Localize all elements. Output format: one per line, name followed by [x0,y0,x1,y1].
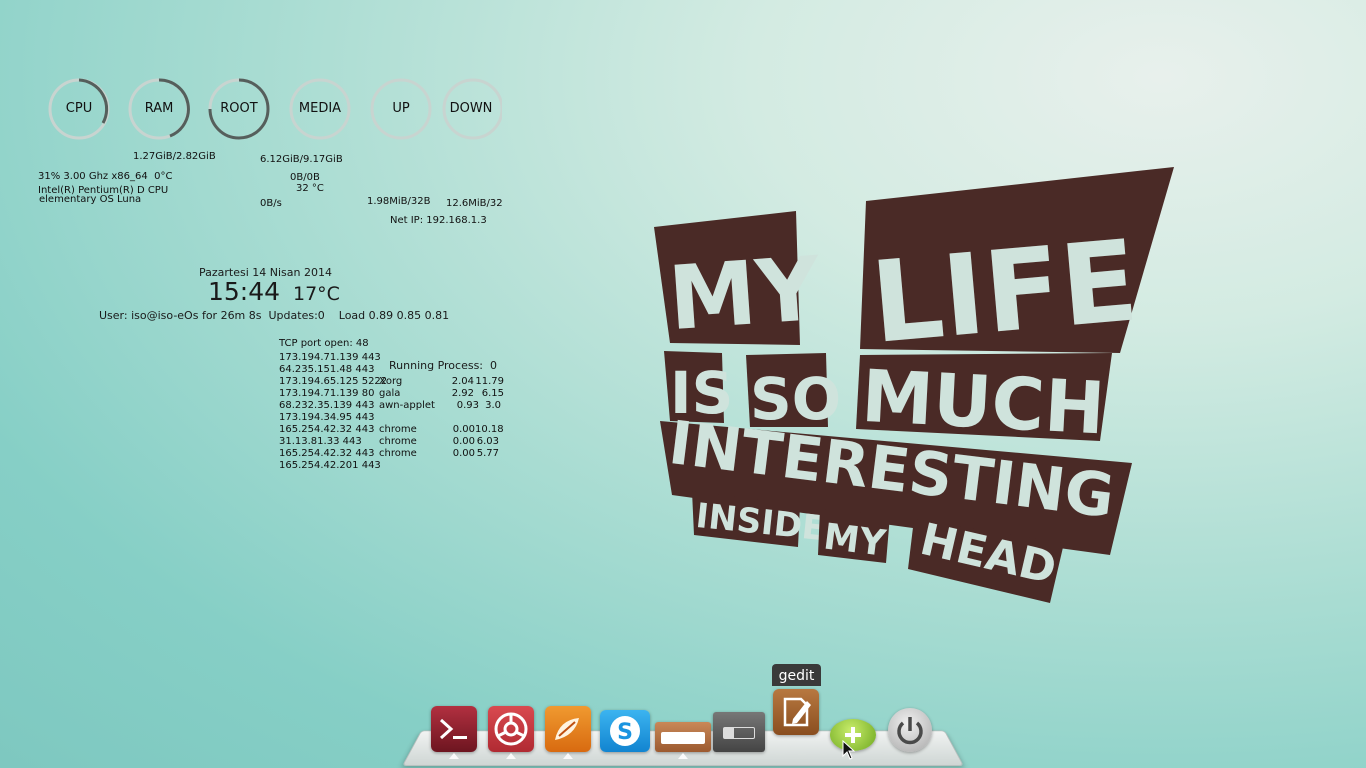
switchboard-icon[interactable] [713,712,765,752]
terminal-icon[interactable] [431,706,477,752]
list-item: 165.254.42.32 443 [279,424,375,435]
down-total: 12.6MiB/32B [446,198,502,209]
table-row: chrome 0.00 6.03 [379,436,499,447]
temperature: 32 °C [296,183,324,194]
list-item: 64.235.151.48 443 [279,364,375,375]
power-glyph [897,717,923,745]
chromium-icon[interactable] [488,706,534,752]
shotwell-glyph [555,718,579,740]
up-gauge: UP [370,78,432,140]
list-item: 68.232.35.139 443 [279,400,375,411]
dock-tooltip: gedit [772,664,821,686]
clock: 15:44 [208,277,281,306]
skype-glyph: S [610,716,640,746]
toggle-glyph [723,727,755,739]
table-row: chrome 0.00 5.77 [379,448,499,459]
skype-icon[interactable]: S [600,710,650,752]
media-usage: 0B/0B [290,172,320,183]
cpu-info: 31% 3.00 Ghz x86_64 0°C [38,171,173,182]
table-row: gala 2.92 6.15 [379,388,504,399]
table-row: chrome 0.00 10.18 [379,424,504,435]
wallpaper-poster: MY LIFE IS SO MUCH INTERESTING INSIDE MY… [650,165,1190,665]
list-item: 31.13.81.33 443 [279,436,362,447]
status-line: User: iso@iso-eOs for 26m 8s Updates:0 L… [99,309,450,322]
gauge-label: CPU [65,101,93,116]
gedit-icon[interactable] [773,689,819,735]
terminal-glyph [439,718,467,740]
files-icon[interactable] [655,722,711,752]
folder-label [661,732,705,744]
list-item: 173.194.34.95 443 [279,412,375,423]
running-indicator [506,753,516,759]
root-gauge: ROOT [208,78,270,140]
poster-word-my: MY [665,237,824,350]
list-item: 173.194.65.125 5222 [279,376,388,387]
poster-graphic: MY LIFE IS SO MUCH INTERESTING INSIDE MY… [654,167,1190,665]
svg-text:S: S [617,720,633,745]
running-indicator [449,753,459,759]
running-indicator [563,753,573,759]
weather-temp: 17°C [293,283,340,305]
root-usage: 6.12GiB/9.17GiB [260,154,343,165]
gauge-label: MEDIA [298,101,342,116]
chromium-glyph [494,712,528,746]
gedit-glyph [783,697,811,727]
cpu-gauge: CPU [48,78,110,140]
list-item: 173.194.71.139 80 [279,388,375,399]
up-total: 1.98MiB/32B [367,196,431,207]
list-item: 173.194.71.139 443 [279,352,381,363]
gauge-label: RAM [144,101,174,116]
ram-gauge: RAM [128,78,190,140]
list-item: 165.254.42.32 443 [279,448,375,459]
poster-word-my-small: MY [821,516,888,564]
os-name: elementary OS Luna [39,194,142,205]
running-header: Running Process: 0 [389,359,497,372]
running-indicator [678,753,688,759]
down-gauge: DOWN [440,78,502,140]
tcp-header: TCP port open: 48 [279,338,369,349]
table-row: Xorg 2.04 11.79 [379,376,504,387]
process-list: Xorg 2.04 11.79 gala 2.92 6.15 awn-applet 0.9… [379,376,504,460]
media-gauge: MEDIA [289,78,351,140]
list-item: 165.254.42.201 443 [279,460,381,471]
gauge-label: DOWN [449,101,493,116]
table-row: awn-applet 0.93 3.0 [379,400,501,411]
tcp-port-list: 173.194.71.139 443 64.235.151.48 443 173… [279,352,387,472]
media-rate: 0B/s [260,198,282,209]
net-ip: Net IP: 192.168.1.3 [390,215,487,226]
ram-usage: 1.27GiB/2.82GiB [133,151,216,162]
gauge-label: UP [392,101,410,116]
power-icon[interactable] [888,708,932,752]
gauge-label: ROOT [220,101,258,116]
shotwell-icon[interactable] [545,706,591,752]
poster-word-life: LIFE [866,216,1142,369]
mouse-cursor-icon [842,740,856,760]
